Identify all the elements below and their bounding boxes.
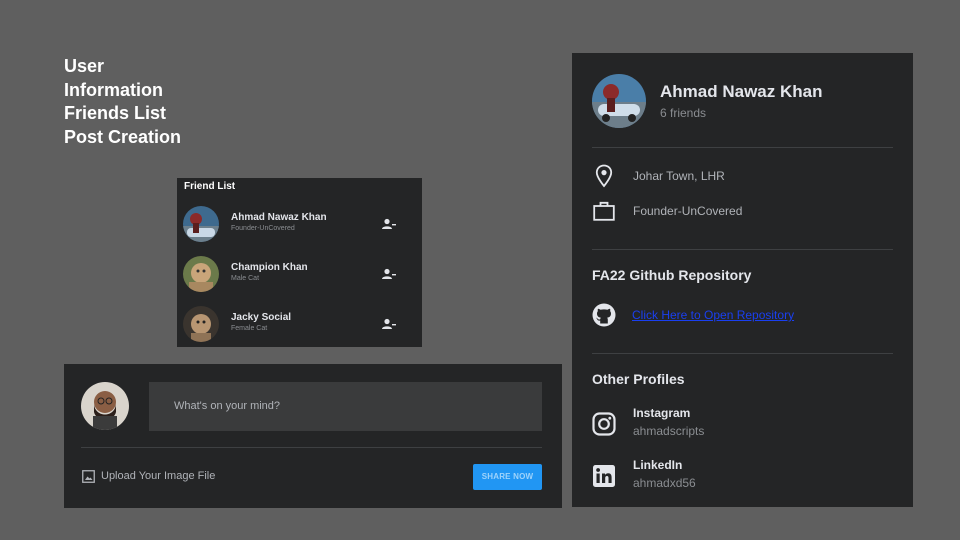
remove-friend-icon[interactable] <box>382 217 396 229</box>
feature-item: Post Creation <box>64 126 182 147</box>
remove-friend-icon[interactable] <box>382 267 396 279</box>
upload-label: Upload Your Image File <box>101 470 216 482</box>
avatar <box>81 382 129 430</box>
friend-subtitle: Female Cat <box>231 325 268 332</box>
feature-item: Friends List <box>64 103 167 123</box>
repo-row: Click Here to Open Repository <box>592 303 794 327</box>
divider <box>592 249 893 250</box>
profile-panel: Ahmad Nawaz Khan 6 friends Johar Town, L… <box>572 53 913 507</box>
feature-item: Information <box>64 79 163 100</box>
divider <box>592 353 893 354</box>
friend-name: Champion Khan <box>231 262 308 273</box>
other-profiles-title: Other Profiles <box>592 371 685 387</box>
instagram-profile[interactable]: Instagram ahmadscripts <box>592 406 792 442</box>
friend-item[interactable]: Jacky Social Female Cat <box>183 306 416 344</box>
friend-list-title: Friend List <box>184 181 236 192</box>
remove-friend-icon[interactable] <box>382 317 396 329</box>
social-username: ahmadscripts <box>633 424 705 438</box>
briefcase-icon <box>592 199 616 223</box>
avatar <box>183 306 219 342</box>
friend-name: Jacky Social <box>231 312 292 323</box>
location-text: Johar Town, LHR <box>633 169 725 183</box>
social-network-name: LinkedIn <box>633 458 683 472</box>
location-pin-icon <box>592 164 616 188</box>
avatar <box>183 256 219 292</box>
friend-list-panel: Friend List Ahmad Nawaz Khan Founder-UnC… <box>177 178 422 347</box>
linkedin-icon <box>592 464 616 488</box>
friend-subtitle: Founder-UnCovered <box>231 225 295 232</box>
divider <box>81 447 542 448</box>
friend-subtitle: Male Cat <box>231 275 260 282</box>
friend-item[interactable]: Champion Khan Male Cat <box>183 256 416 294</box>
repo-link[interactable]: Click Here to Open Repository <box>632 308 794 322</box>
avatar <box>183 206 219 242</box>
linkedin-profile[interactable]: LinkedIn ahmadxd56 <box>592 458 792 494</box>
friend-item[interactable]: Ahmad Nawaz Khan Founder-UnCovered <box>183 206 416 244</box>
social-network-name: Instagram <box>633 406 691 420</box>
image-icon <box>82 469 95 483</box>
github-icon <box>592 303 616 327</box>
divider <box>592 147 893 148</box>
post-creation-panel: What's on your mind? Upload Your Image F… <box>64 364 562 508</box>
share-now-button[interactable]: SHARE NOW <box>473 464 542 490</box>
post-input[interactable]: What's on your mind? <box>149 382 542 431</box>
instagram-icon <box>592 412 616 436</box>
repo-section-title: FA22 Github Repository <box>592 267 752 283</box>
profile-name: Ahmad Nawaz Khan <box>660 82 823 101</box>
friend-name: Ahmad Nawaz Khan <box>231 212 327 223</box>
feature-item: User <box>64 56 105 76</box>
work-row: Founder-UnCovered <box>592 199 742 223</box>
upload-image-button[interactable]: Upload Your Image File <box>82 468 215 484</box>
location-row: Johar Town, LHR <box>592 164 725 188</box>
profile-avatar <box>592 74 646 128</box>
social-username: ahmadxd56 <box>633 476 696 490</box>
friend-count: 6 friends <box>660 106 707 120</box>
work-text: Founder-UnCovered <box>633 204 743 218</box>
feature-list: User Information Friends List Post Creat… <box>64 55 181 149</box>
